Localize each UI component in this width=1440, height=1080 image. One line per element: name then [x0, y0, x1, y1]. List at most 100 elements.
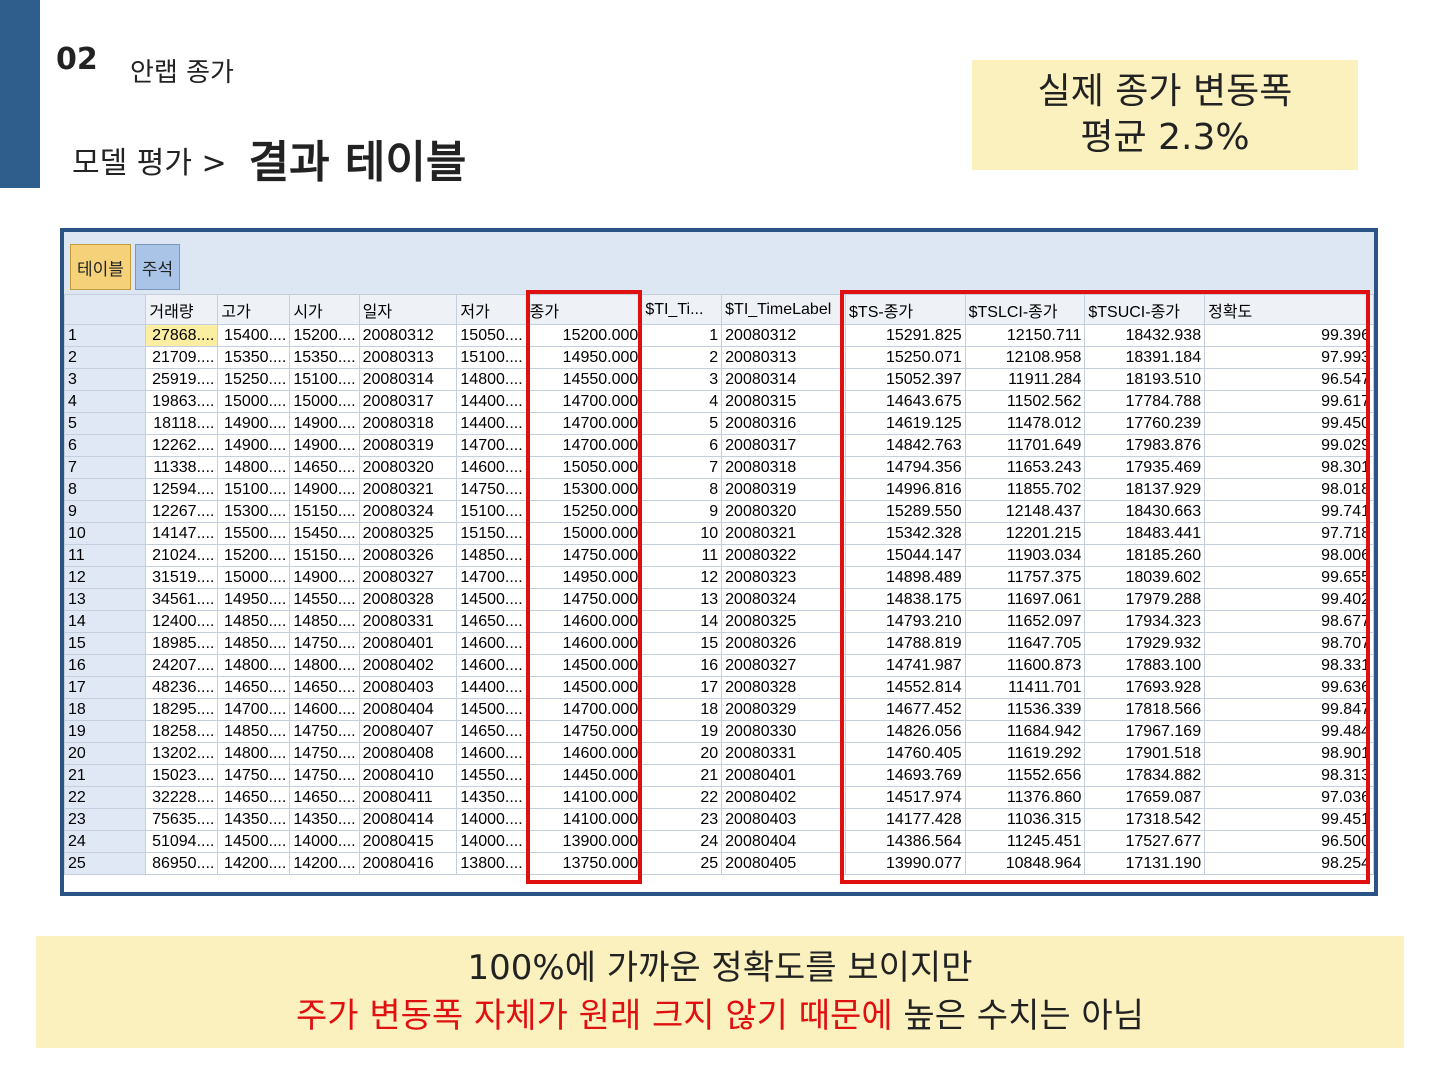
table-cell[interactable]: 14552.814 [845, 676, 966, 699]
row-number[interactable]: 23 [64, 808, 147, 831]
table-cell[interactable]: 14700.000 [525, 412, 643, 435]
table-cell[interactable]: 20080326 [721, 632, 847, 655]
table-cell[interactable]: 18391.184 [1084, 346, 1206, 369]
table-cell[interactable]: 18185.260 [1084, 544, 1206, 567]
table-cell[interactable]: 15150.... [289, 544, 360, 567]
table-cell[interactable]: 14100.000 [525, 808, 643, 831]
table-cell[interactable]: 3 [641, 368, 723, 391]
column-header[interactable]: $TSUCI-종가 [1084, 294, 1206, 325]
table-cell[interactable]: 13 [641, 588, 723, 611]
table-cell[interactable]: 18483.441 [1084, 522, 1206, 545]
table-cell[interactable]: 20080314 [721, 368, 847, 391]
table-cell[interactable]: 14900.... [217, 412, 291, 435]
table-cell[interactable]: 14850.... [456, 544, 527, 567]
table-cell[interactable]: 14838.175 [845, 588, 966, 611]
table-cell[interactable]: 17818.566 [1084, 698, 1206, 721]
table-row[interactable]: 16 24207.... 14800.... 14800.... 20080402 146… [64, 654, 1374, 677]
table-cell[interactable]: 11245.451 [964, 830, 1086, 853]
column-header[interactable]: 시가 [289, 294, 360, 325]
row-number[interactable]: 5 [64, 412, 147, 435]
table-cell[interactable]: 14950.000 [525, 346, 643, 369]
table-row[interactable]: 25 86950.... 14200.... 14200.... 20080416 138… [64, 852, 1374, 875]
table-cell[interactable]: 14700.000 [525, 434, 643, 457]
column-header[interactable]: 정확도 [1204, 294, 1374, 325]
table-cell[interactable]: 7 [641, 456, 723, 479]
table-cell[interactable]: 14800.... [456, 368, 527, 391]
table-cell[interactable]: 15350.... [217, 346, 291, 369]
table-cell[interactable]: 14850.... [217, 720, 291, 743]
table-cell[interactable]: 11647.705 [964, 632, 1086, 655]
table-cell[interactable]: 21024.... [145, 544, 219, 567]
table-cell[interactable]: 99.029 [1204, 434, 1374, 457]
table-cell[interactable]: 11619.292 [964, 742, 1086, 765]
table-cell[interactable]: 15250.... [217, 368, 291, 391]
table-cell[interactable]: 14600.000 [525, 742, 643, 765]
table-cell[interactable]: 11376.860 [964, 786, 1086, 809]
table-cell[interactable]: 11502.562 [964, 390, 1086, 413]
table-cell[interactable]: 4 [641, 390, 723, 413]
table-cell[interactable]: 12594.... [145, 478, 219, 501]
table-cell[interactable]: 11536.339 [964, 698, 1086, 721]
table-row[interactable]: 10 14147.... 15500.... 15450.... 20080325 151… [64, 522, 1374, 545]
table-row[interactable]: 2 21709.... 15350.... 15350.... 20080313 1510… [64, 346, 1374, 369]
table-cell[interactable]: 17131.190 [1084, 852, 1206, 875]
table-cell[interactable]: 20080316 [721, 412, 847, 435]
table-cell[interactable]: 18430.663 [1084, 500, 1206, 523]
table-cell[interactable]: 14750.000 [525, 544, 643, 567]
table-cell[interactable]: 12400.... [145, 610, 219, 633]
table-cell[interactable]: 14600.... [456, 742, 527, 765]
table-cell[interactable]: 15400.... [217, 324, 291, 347]
table-cell[interactable]: 20080407 [358, 720, 458, 743]
row-number[interactable]: 6 [64, 434, 147, 457]
table-cell[interactable]: 15 [641, 632, 723, 655]
table-cell[interactable]: 14793.210 [845, 610, 966, 633]
table-cell[interactable]: 12 [641, 566, 723, 589]
table-row[interactable]: 3 25919.... 15250.... 15100.... 20080314 1480… [64, 368, 1374, 391]
table-cell[interactable]: 25919.... [145, 368, 219, 391]
table-cell[interactable]: 11757.375 [964, 566, 1086, 589]
table-cell[interactable]: 15100.... [456, 500, 527, 523]
table-cell[interactable]: 14177.428 [845, 808, 966, 831]
table-cell[interactable]: 98.018 [1204, 478, 1374, 501]
table-cell[interactable]: 20080319 [358, 434, 458, 457]
table-cell[interactable]: 14850.... [217, 632, 291, 655]
table-cell[interactable]: 96.500 [1204, 830, 1374, 853]
column-header[interactable]: 저가 [456, 294, 527, 325]
row-number[interactable]: 9 [64, 500, 147, 523]
table-cell[interactable]: 18295.... [145, 698, 219, 721]
table-cell[interactable]: 14900.... [289, 478, 360, 501]
table-cell[interactable]: 17929.932 [1084, 632, 1206, 655]
column-header[interactable]: 종가 [525, 294, 643, 325]
table-cell[interactable]: 99.655 [1204, 566, 1374, 589]
table-cell[interactable]: 14842.763 [845, 434, 966, 457]
table-row[interactable]: 5 18118.... 14900.... 14900.... 20080318 1440… [64, 412, 1374, 435]
row-number[interactable]: 12 [64, 566, 147, 589]
table-cell[interactable]: 17 [641, 676, 723, 699]
table-cell[interactable]: 15450.... [289, 522, 360, 545]
table-cell[interactable]: 17659.087 [1084, 786, 1206, 809]
table-cell[interactable]: 14750.... [289, 742, 360, 765]
table-cell[interactable]: 20080318 [721, 456, 847, 479]
table-cell[interactable]: 11653.243 [964, 456, 1086, 479]
row-number[interactable]: 22 [64, 786, 147, 809]
table-cell[interactable]: 14700.000 [525, 698, 643, 721]
table-cell[interactable]: 14950.000 [525, 566, 643, 589]
table-cell[interactable]: 18193.510 [1084, 368, 1206, 391]
table-cell[interactable]: 98.331 [1204, 654, 1374, 677]
table-cell[interactable]: 1 [641, 324, 723, 347]
table-cell[interactable]: 20080320 [358, 456, 458, 479]
table-cell[interactable]: 20080416 [358, 852, 458, 875]
table-cell[interactable]: 15100.... [456, 346, 527, 369]
table-cell[interactable]: 20080405 [721, 852, 847, 875]
table-cell[interactable]: 11855.702 [964, 478, 1086, 501]
table-cell[interactable]: 27868.... [145, 324, 219, 347]
row-number[interactable]: 25 [64, 852, 147, 875]
table-cell[interactable]: 14850.... [289, 610, 360, 633]
table-cell[interactable]: 14996.816 [845, 478, 966, 501]
table-cell[interactable]: 51094.... [145, 830, 219, 853]
table-cell[interactable]: 15000.000 [525, 522, 643, 545]
table-cell[interactable]: 11911.284 [964, 368, 1086, 391]
table-cell[interactable]: 12201.215 [964, 522, 1086, 545]
row-number[interactable]: 15 [64, 632, 147, 655]
table-cell[interactable]: 14517.974 [845, 786, 966, 809]
